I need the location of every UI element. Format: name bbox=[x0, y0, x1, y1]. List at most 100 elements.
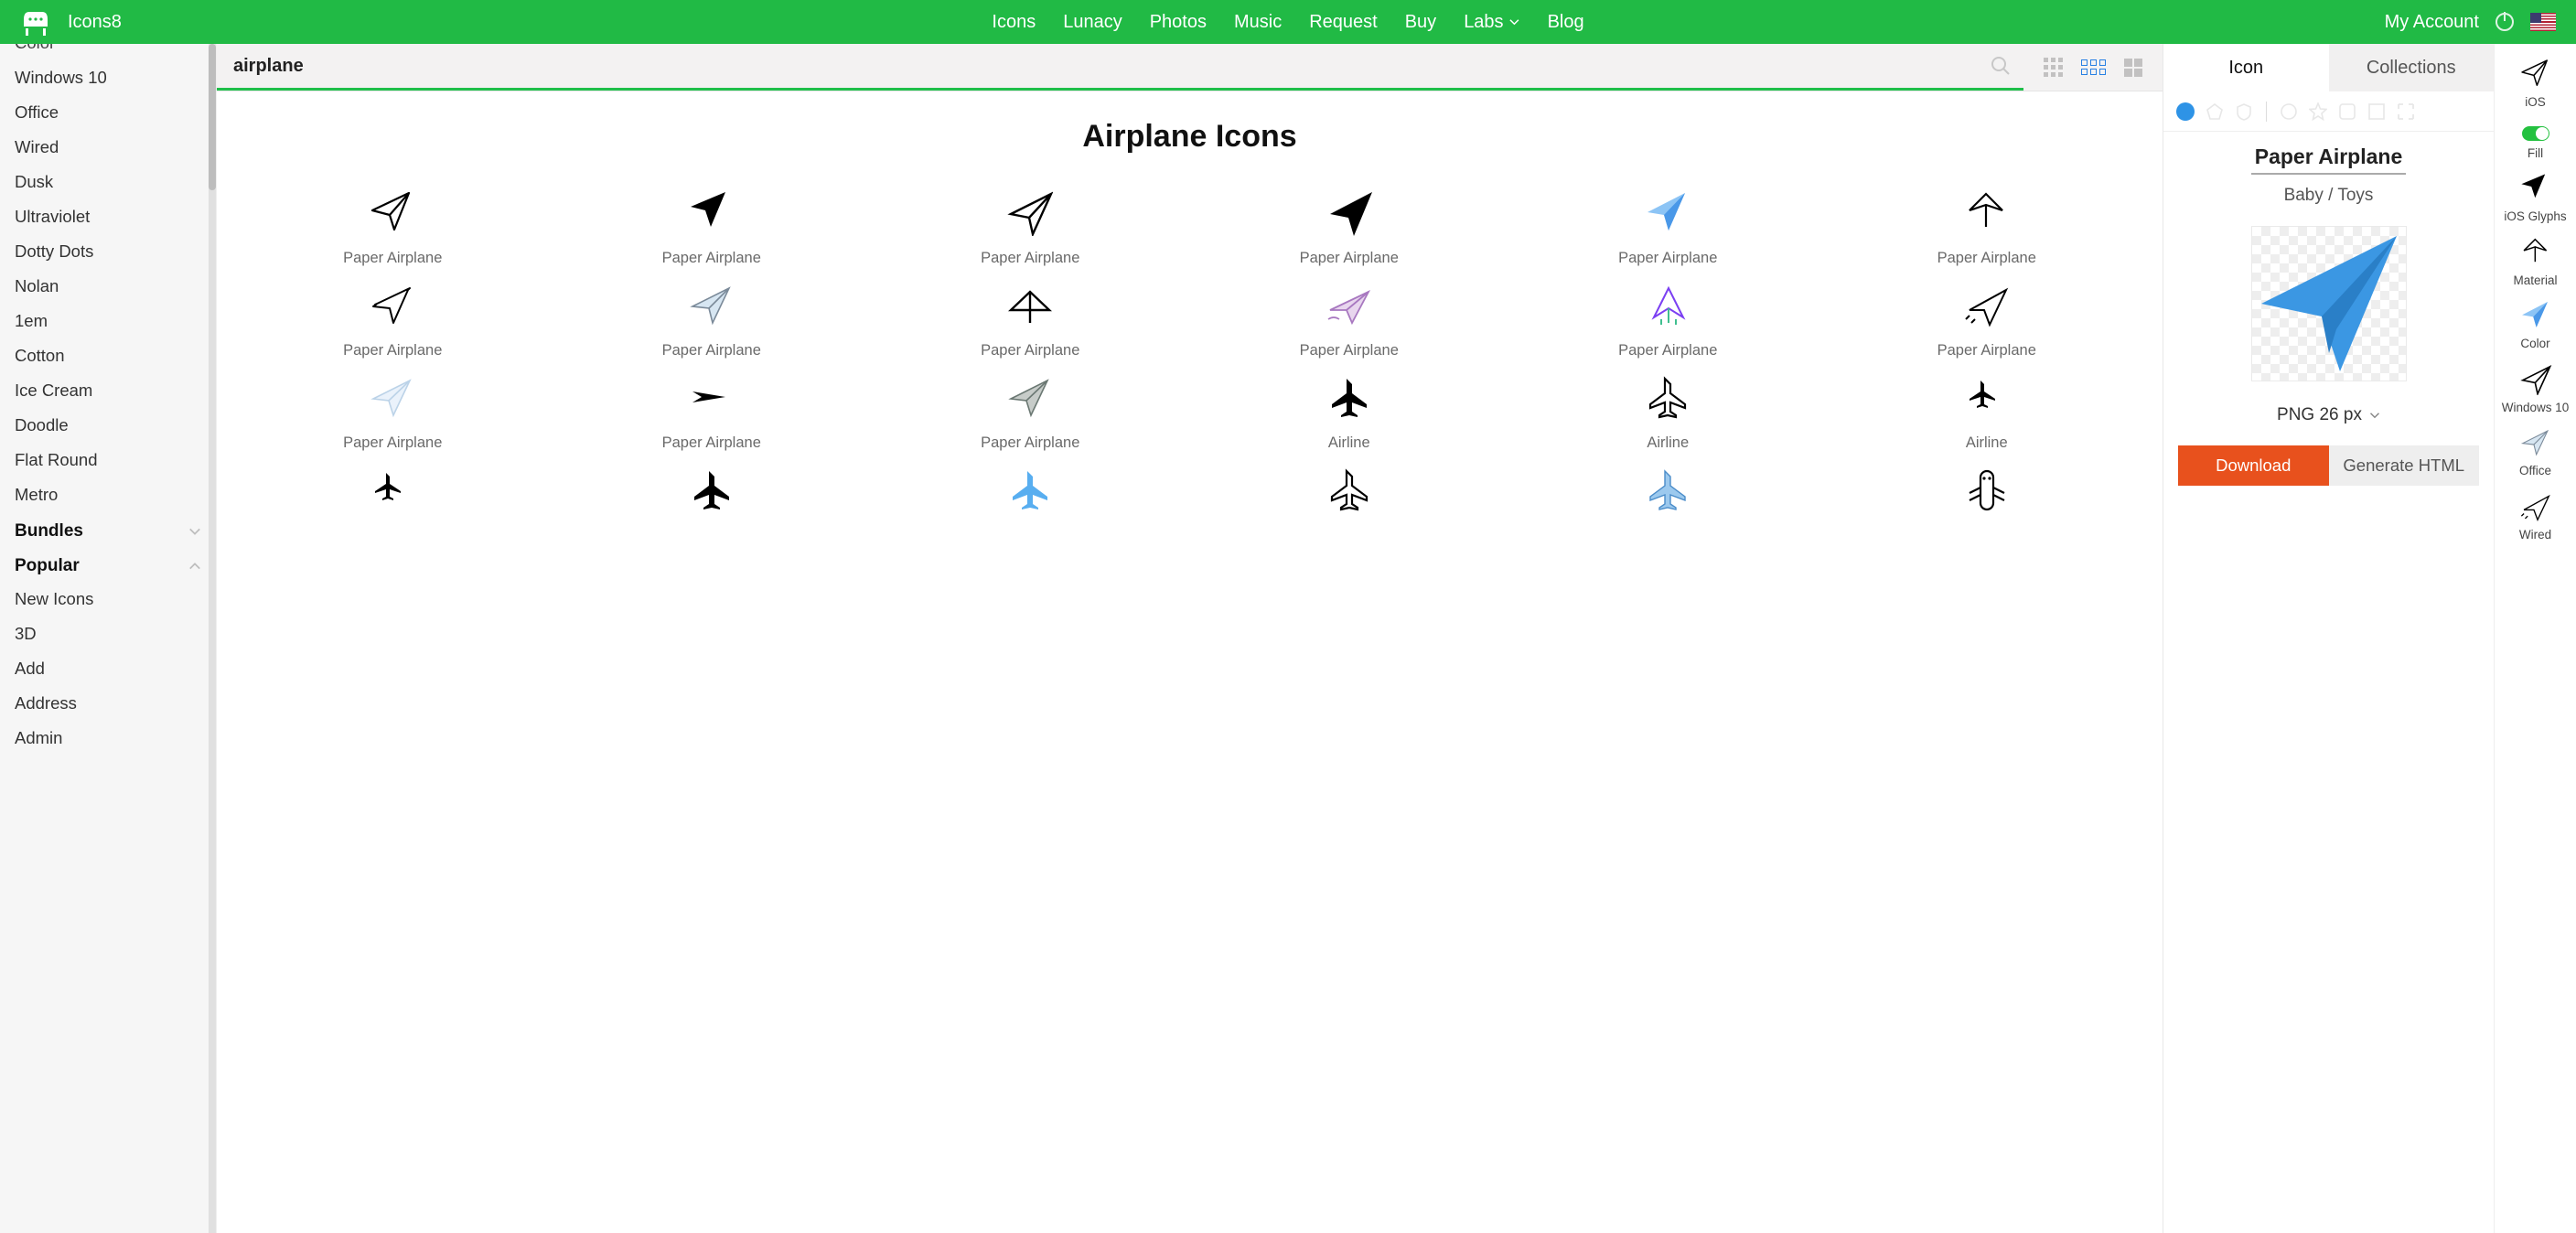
icon-category[interactable]: Baby / Toys bbox=[2284, 186, 2374, 206]
padding-icon[interactable] bbox=[2397, 102, 2415, 121]
paper-airplane-icon bbox=[1324, 282, 1375, 329]
icon-cell[interactable] bbox=[1192, 466, 1508, 514]
generate-html-button[interactable]: Generate HTML bbox=[2329, 445, 2480, 486]
sidebar-item-popular[interactable]: Add bbox=[0, 651, 216, 686]
overlay-shield-icon[interactable] bbox=[2235, 102, 2253, 121]
icon-cell[interactable] bbox=[1830, 466, 2145, 514]
icon-cell[interactable]: Paper Airplane bbox=[1510, 189, 1826, 267]
sidebar-section-popular[interactable]: Popular bbox=[0, 547, 216, 582]
sidebar-item-style[interactable]: Metro bbox=[0, 477, 216, 512]
nav-labs[interactable]: Labs bbox=[1464, 12, 1519, 33]
icon-cell[interactable]: Paper Airplane bbox=[554, 189, 870, 267]
icon-cell[interactable]: Paper Airplane bbox=[554, 374, 870, 452]
paper-airplane-icon bbox=[1324, 189, 1375, 237]
style-rail-label: Windows 10 bbox=[2502, 401, 2570, 415]
content: Airplane Icons Paper AirplanePaper Airpl… bbox=[217, 91, 2163, 1233]
icon-cell[interactable]: Paper Airplane bbox=[1510, 282, 1826, 359]
format-selector[interactable]: PNG 26 px bbox=[2277, 405, 2380, 425]
sidebar-item-style[interactable]: Doodle bbox=[0, 408, 216, 443]
nav-photos[interactable]: Photos bbox=[1150, 12, 1207, 33]
style-rail-item[interactable]: Windows 10 bbox=[2495, 359, 2576, 421]
sidebar-item-style[interactable]: 1em bbox=[0, 304, 216, 338]
style-rail-item[interactable]: iOS Glyphs bbox=[2495, 167, 2576, 230]
icon-cell[interactable]: Paper Airplane bbox=[873, 374, 1188, 452]
overlay-pentagon-icon[interactable] bbox=[2206, 102, 2224, 121]
sidebar-item-style[interactable]: Nolan bbox=[0, 269, 216, 304]
sidebar-item-style[interactable]: Flat Round bbox=[0, 443, 216, 477]
tab-collections[interactable]: Collections bbox=[2329, 44, 2495, 91]
icon-label: Airline bbox=[1966, 434, 2008, 452]
icon-cell[interactable]: Airline bbox=[1192, 374, 1508, 452]
view-medium-grid-button[interactable] bbox=[2081, 59, 2106, 75]
icon-cell[interactable]: Paper Airplane bbox=[235, 374, 551, 452]
bg-square-icon[interactable] bbox=[2367, 102, 2386, 121]
paper-airplane-preview-icon bbox=[2252, 227, 2406, 381]
sidebar-item-style[interactable]: Ultraviolet bbox=[0, 199, 216, 234]
locale-flag-us-icon[interactable] bbox=[2530, 13, 2556, 31]
icon-cell[interactable] bbox=[235, 466, 551, 514]
icon-cell[interactable]: Paper Airplane bbox=[873, 189, 1188, 267]
tab-icon[interactable]: Icon bbox=[2163, 44, 2329, 91]
icon-cell[interactable]: Paper Airplane bbox=[1830, 189, 2145, 267]
paper-airplane-icon bbox=[1961, 374, 2012, 422]
icon-cell[interactable]: Paper Airplane bbox=[235, 282, 551, 359]
style-rail-item[interactable]: Color bbox=[2495, 295, 2576, 357]
icon-cell[interactable]: Paper Airplane bbox=[873, 282, 1188, 359]
style-rail-label: Wired bbox=[2519, 528, 2551, 542]
paper-airplane-icon bbox=[1004, 374, 1056, 422]
download-button[interactable]: Download bbox=[2178, 445, 2329, 486]
sidebar-item-style[interactable]: Dusk bbox=[0, 165, 216, 199]
sidebar-item-style[interactable]: Ice Cream bbox=[0, 373, 216, 408]
nav-music[interactable]: Music bbox=[1234, 12, 1282, 33]
sidebar-item-style[interactable]: Color bbox=[0, 44, 216, 60]
sidebar-section-bundles[interactable]: Bundles bbox=[0, 512, 216, 547]
style-rail-item[interactable]: Fill bbox=[2495, 117, 2576, 166]
sidebar-item-style[interactable]: Dotty Dots bbox=[0, 234, 216, 269]
style-rail-item[interactable]: iOS bbox=[2495, 53, 2576, 115]
nav-buy[interactable]: Buy bbox=[1405, 12, 1436, 33]
icon-cell[interactable]: Paper Airplane bbox=[235, 189, 551, 267]
bg-star-icon[interactable] bbox=[2309, 102, 2327, 121]
icon-cell[interactable] bbox=[873, 466, 1188, 514]
bg-circle-icon[interactable] bbox=[2280, 102, 2298, 121]
sidebar-item-popular[interactable]: Address bbox=[0, 686, 216, 721]
sidebar-item-popular[interactable]: New Icons bbox=[0, 582, 216, 616]
recolor-blue-icon[interactable] bbox=[2176, 102, 2195, 121]
style-rail-item[interactable]: Material bbox=[2495, 231, 2576, 294]
paper-airplane-icon bbox=[1961, 282, 2012, 329]
sidebar-item-style[interactable]: Cotton bbox=[0, 338, 216, 373]
sidebar-item-style[interactable]: Windows 10 bbox=[0, 60, 216, 95]
style-rail-item[interactable]: Wired bbox=[2495, 486, 2576, 548]
style-rail-item[interactable]: Office bbox=[2495, 422, 2576, 484]
sidebar-scrollbar[interactable] bbox=[209, 44, 216, 1233]
nav-icons[interactable]: Icons bbox=[992, 12, 1036, 33]
icon-cell[interactable]: Paper Airplane bbox=[1192, 189, 1508, 267]
bg-rounded-square-icon[interactable] bbox=[2338, 102, 2356, 121]
sidebar-item-popular[interactable]: 3D bbox=[0, 616, 216, 651]
sidebar-item-style[interactable]: Office bbox=[0, 95, 216, 130]
brand-area[interactable]: Icons8 bbox=[20, 8, 122, 36]
sidebar-item-style[interactable]: Wired bbox=[0, 130, 216, 165]
search-input[interactable] bbox=[217, 44, 2023, 88]
nav-lunacy[interactable]: Lunacy bbox=[1063, 12, 1122, 33]
style-preview-icon bbox=[2519, 59, 2552, 90]
nav-blog[interactable]: Blog bbox=[1548, 12, 1584, 33]
search-icon[interactable] bbox=[1991, 56, 2011, 76]
icon-cell[interactable] bbox=[1510, 466, 1826, 514]
view-large-grid-button[interactable] bbox=[2124, 59, 2142, 77]
icon-cell[interactable]: Airline bbox=[1510, 374, 1826, 452]
nav-request[interactable]: Request bbox=[1309, 12, 1378, 33]
icon-cell[interactable]: Airline bbox=[1830, 374, 2145, 452]
icon-cell[interactable]: Paper Airplane bbox=[1830, 282, 2145, 359]
icon-cell[interactable]: Paper Airplane bbox=[1192, 282, 1508, 359]
fill-toggle[interactable] bbox=[2522, 126, 2549, 141]
icon-title[interactable]: Paper Airplane bbox=[2251, 145, 2406, 175]
sidebar-item-popular[interactable]: Admin bbox=[0, 721, 216, 756]
power-icon[interactable] bbox=[2496, 13, 2514, 31]
view-small-grid-button[interactable] bbox=[2044, 58, 2063, 77]
icon-cell[interactable] bbox=[554, 466, 870, 514]
search-field[interactable] bbox=[217, 44, 2023, 91]
my-account-link[interactable]: My Account bbox=[2385, 12, 2479, 33]
icon-cell[interactable]: Paper Airplane bbox=[554, 282, 870, 359]
paper-airplane-icon bbox=[367, 374, 418, 422]
